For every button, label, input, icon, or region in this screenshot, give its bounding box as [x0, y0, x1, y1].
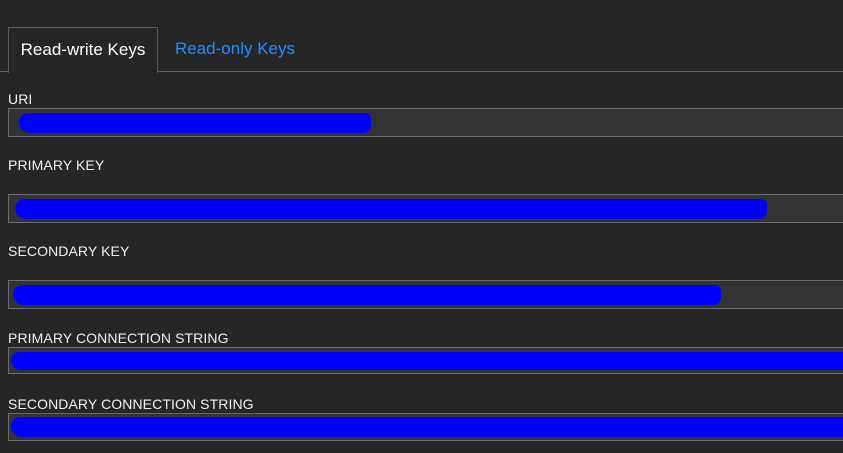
secondary-connection-string-redaction [11, 417, 843, 437]
tab-read-write-keys[interactable]: Read-write Keys [8, 27, 158, 73]
secondary-key-label: SECONDARY KEY [8, 243, 130, 259]
secondary-key-field[interactable] [8, 280, 843, 309]
secondary-connection-string-label: SECONDARY CONNECTION STRING [8, 396, 254, 412]
primary-key-field[interactable] [8, 194, 843, 223]
uri-label: URI [8, 91, 33, 107]
keys-panel: Read-write Keys Read-only Keys URI PRIMA… [0, 0, 843, 453]
primary-key-label: PRIMARY KEY [8, 157, 105, 173]
tab-bar: Read-write Keys Read-only Keys [0, 0, 843, 73]
uri-field[interactable] [8, 108, 843, 137]
secondary-connection-string-field[interactable] [8, 413, 843, 441]
tab-read-only-keys[interactable]: Read-only Keys [175, 27, 295, 71]
uri-redaction [19, 112, 371, 133]
primary-connection-string-label: PRIMARY CONNECTION STRING [8, 330, 229, 346]
primary-connection-string-redaction [11, 351, 843, 370]
secondary-key-redaction [13, 284, 721, 305]
primary-connection-string-field[interactable] [8, 347, 843, 374]
primary-key-redaction [15, 198, 767, 219]
